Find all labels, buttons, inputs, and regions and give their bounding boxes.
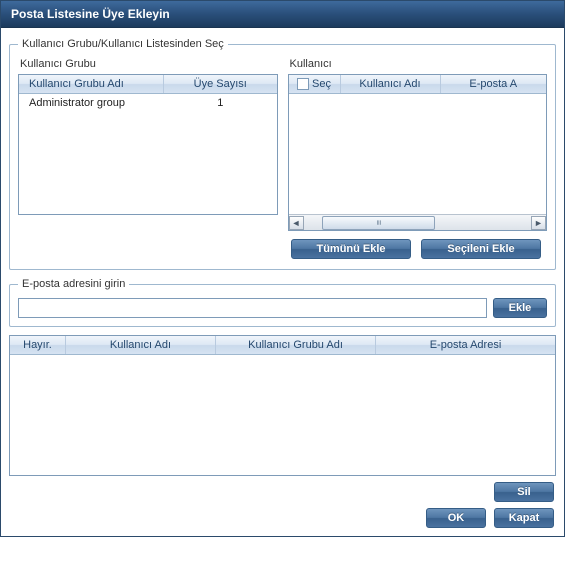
email-entry-fieldset: E-posta adresini girin Ekle [9,278,556,327]
user-col-email[interactable]: E-posta A [441,75,547,93]
result-col-user[interactable]: Kullanıcı Adı [66,336,216,354]
result-col-group[interactable]: Kullanıcı Grubu Adı [216,336,376,354]
select-from-list-fieldset: Kullanıcı Grubu/Kullanıcı Listesinden Se… [9,38,556,270]
result-grid-body[interactable] [10,355,555,475]
user-grid-body[interactable] [289,94,547,214]
result-grid: Hayır. Kullanıcı Adı Kullanıcı Grubu Adı… [9,335,556,476]
footer-row-2: OK Kapat [9,508,554,528]
footer-row-1: Sil [9,482,554,502]
scroll-right-icon[interactable]: ► [531,216,546,230]
scroll-track[interactable] [304,216,532,230]
add-selected-button[interactable]: Seçileni Ekle [421,239,541,259]
ok-button[interactable]: OK [426,508,486,528]
select-from-list-legend: Kullanıcı Grubu/Kullanıcı Listesinden Se… [18,38,228,50]
group-grid-head: Kullanıcı Grubu Adı Üye Sayısı [19,75,277,94]
select-all-checkbox[interactable] [297,78,309,90]
scroll-thumb[interactable] [322,216,436,230]
group-grid: Kullanıcı Grubu Adı Üye Sayısı Administr… [18,74,278,215]
scroll-left-icon[interactable]: ◄ [289,216,304,230]
group-label: Kullanıcı Grubu [20,58,278,70]
result-grid-head: Hayır. Kullanıcı Adı Kullanıcı Grubu Adı… [10,336,555,355]
group-column: Kullanıcı Grubu Kullanıcı Grubu Adı Üye … [18,56,278,231]
user-grid-hscroll[interactable]: ◄ ► [289,214,547,230]
group-row-name: Administrator group [19,94,164,112]
user-column: Kullanıcı Seç Kullanıcı Adı E-posta A [288,56,548,231]
table-row[interactable]: Administrator group 1 [19,94,277,112]
close-button[interactable]: Kapat [494,508,554,528]
user-col-select-label: Seç [312,78,331,90]
email-entry-legend: E-posta adresini girin [18,278,129,290]
dialog: Posta Listesine Üye Ekleyin Kullanıcı Gr… [0,0,565,537]
email-add-button[interactable]: Ekle [493,298,547,318]
dialog-title: Posta Listesine Üye Ekleyin [1,1,564,28]
email-input[interactable] [18,298,487,318]
result-col-email[interactable]: E-posta Adresi [376,336,555,354]
user-grid-head: Seç Kullanıcı Adı E-posta A [289,75,547,94]
user-label: Kullanıcı [290,58,548,70]
group-col-count[interactable]: Üye Sayısı [164,75,277,93]
add-buttons-row: Tümünü Ekle Seçileni Ekle [18,239,545,259]
user-grid: Seç Kullanıcı Adı E-posta A ◄ ► [288,74,548,231]
group-col-name[interactable]: Kullanıcı Grubu Adı [19,75,164,93]
dialog-content: Kullanıcı Grubu/Kullanıcı Listesinden Se… [1,28,564,536]
group-row-count: 1 [164,94,277,112]
email-row: Ekle [18,298,547,318]
result-col-no[interactable]: Hayır. [10,336,66,354]
add-all-button[interactable]: Tümünü Ekle [291,239,411,259]
user-col-select[interactable]: Seç [289,75,341,93]
group-grid-body[interactable]: Administrator group 1 [19,94,277,214]
delete-button[interactable]: Sil [494,482,554,502]
select-two-col: Kullanıcı Grubu Kullanıcı Grubu Adı Üye … [18,56,547,231]
user-col-name[interactable]: Kullanıcı Adı [341,75,441,93]
